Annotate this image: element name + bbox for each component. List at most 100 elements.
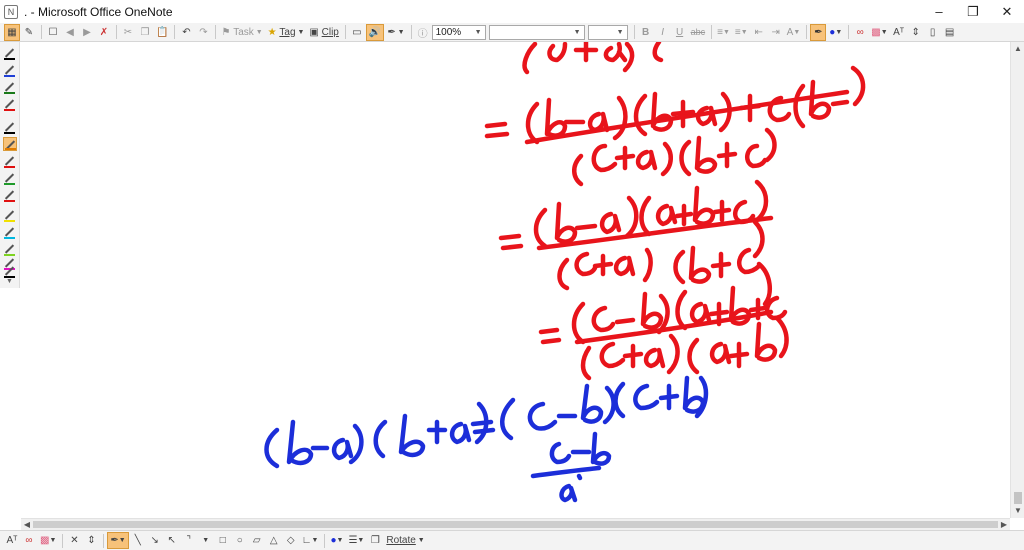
arrow-icon[interactable]: ↘ [147,532,163,549]
copy-icon[interactable]: ❐ [137,24,153,41]
delete-icon[interactable]: ✕ [66,532,82,549]
new-note-icon[interactable]: ✎ [21,24,37,41]
pen-tool-icon[interactable]: ✒ ▼ [385,24,406,41]
scroll-thumb[interactable] [1014,492,1022,504]
double-arrow-icon[interactable]: ↖ [164,532,180,549]
page-setup-icon[interactable]: ▤ [942,24,958,41]
pen-black-3[interactable] [3,264,17,278]
pen-color-icon[interactable]: ● ▼ [827,24,844,41]
eraser-icon[interactable]: ▩ ▼ [38,532,58,549]
pen-icon [4,156,15,166]
indent-icon[interactable]: ⇥ [768,24,784,41]
highlighter-icon[interactable]: ✒ [810,23,827,41]
close-button[interactable]: ✕ [990,0,1024,23]
handwritten-math-ink [264,42,866,503]
tag-button[interactable]: ★ Tag ▼ [266,24,307,41]
arrange-icon[interactable]: ❐ [367,532,383,549]
ink-to-text-icon[interactable]: Aᵀ [4,532,20,549]
new-page-icon[interactable]: ☐ [45,24,61,41]
underline-button[interactable]: U [672,24,688,41]
pen-orange-active[interactable] [3,137,17,151]
pen-icon[interactable]: ✒ ▼ [107,532,129,549]
pen-red-2[interactable] [3,154,17,168]
graph-icon[interactable]: ∟ ▼ [300,532,321,549]
delete-page-icon[interactable]: ✗ [96,24,112,41]
ink-to-text-icon[interactable]: Aᵀ [891,24,907,41]
pen-darkgreen[interactable] [3,80,17,94]
scroll-up-icon[interactable]: ▲ [1011,42,1024,56]
onenote-app-icon[interactable]: N [4,4,18,19]
parallelogram-icon[interactable]: ▱ [249,532,265,549]
pen-color-swatch [4,200,15,202]
scroll-down-icon[interactable]: ▼ [1011,504,1024,518]
pen-lime[interactable] [3,242,17,256]
pen-cyan[interactable] [3,225,17,239]
pen-icon [4,82,15,92]
pen-blue[interactable] [3,63,17,77]
zoom-select[interactable]: 100% ▼ [431,24,486,40]
eraser-icon[interactable]: ▩ ▼ [869,24,889,41]
pen-icon [4,190,15,200]
pen-color-swatch [4,183,15,185]
italic-button[interactable]: I [655,24,671,41]
redo-icon[interactable]: ↷ [195,24,211,41]
pen-black-2[interactable] [3,120,17,134]
lasso-select-icon[interactable]: ∞ [21,532,37,549]
toolbar-divider [174,25,176,39]
pen-black[interactable] [3,46,17,60]
forward-icon[interactable]: ▶ [79,24,95,41]
strikethrough-button[interactable]: abc [689,24,708,41]
undo-icon[interactable]: ↶ [178,24,194,41]
horizontal-scrollbar[interactable]: ◀ ▶ [21,518,1010,530]
task-button[interactable]: ⚑ Task ▼ [219,24,264,41]
pen-color-swatch [4,166,15,168]
rotate-button[interactable]: Rotate ▼ [384,532,426,549]
paste-icon[interactable]: 📋 [154,24,170,41]
page-view-icon[interactable]: ▦ [4,23,20,41]
font-select[interactable]: ▼ [488,24,585,40]
toolbar-divider [848,25,850,39]
font-size-select[interactable]: ▼ [587,24,628,40]
bullets-icon[interactable]: ≡ ▼ [715,24,732,41]
font-color-icon[interactable]: A ▼ [785,24,803,41]
pen-green[interactable] [3,171,17,185]
pen-red-3[interactable] [3,188,17,202]
diamond-icon[interactable]: ◇ [283,532,299,549]
line-icon[interactable]: ╲ [130,532,146,549]
numbering-icon[interactable]: ≡ ▼ [733,24,750,41]
note-canvas[interactable] [21,42,1010,518]
more-pens-icon[interactable]: ▼ [6,278,13,285]
minimize-button[interactable]: – [922,0,956,23]
lasso-select-icon[interactable]: ∞ [852,24,868,41]
page-template-icon[interactable]: ▯ [925,24,941,41]
vertical-scrollbar[interactable]: ▲ ▼ [1010,42,1024,518]
tag-label: Tag [279,26,296,38]
back-icon[interactable]: ◀ [62,24,78,41]
restore-button[interactable]: ❐ [956,0,990,23]
audio-record-icon[interactable]: 🔊 [365,23,385,41]
pen-color-icon[interactable]: ● ▼ [328,532,345,549]
star-icon: ★ [267,26,277,38]
pen-icon [4,227,15,237]
clip-button[interactable]: ▣ Clip [307,24,340,41]
more-shapes-icon[interactable]: ▼ [198,532,214,549]
insert-space-icon[interactable]: ⇕ [83,532,99,549]
ellipse-icon[interactable]: ○ [232,532,248,549]
full-page-view-icon[interactable]: ▭ [349,24,365,41]
outdent-icon[interactable]: ⇤ [751,24,767,41]
cut-icon[interactable]: ✂ [120,24,136,41]
pen-icon [4,48,15,58]
bold-button[interactable]: B [638,24,654,41]
pen-yellow[interactable] [3,208,17,222]
insert-space-icon[interactable]: ⇕ [908,24,924,41]
rectangle-icon[interactable]: □ [215,532,231,549]
triangle-icon[interactable]: △ [266,532,282,549]
scroll-thumb[interactable] [33,521,998,528]
help-icon[interactable]: ⓘ [415,24,431,41]
pen-color-swatch [4,75,15,77]
pen-color-swatch [5,148,16,150]
pen-palette-sidebar: ▼ [0,42,20,288]
connector-icon[interactable]: ⌝ [181,532,197,549]
line-weight-icon[interactable]: ☰ ▼ [346,532,366,549]
pen-red[interactable] [3,97,17,111]
